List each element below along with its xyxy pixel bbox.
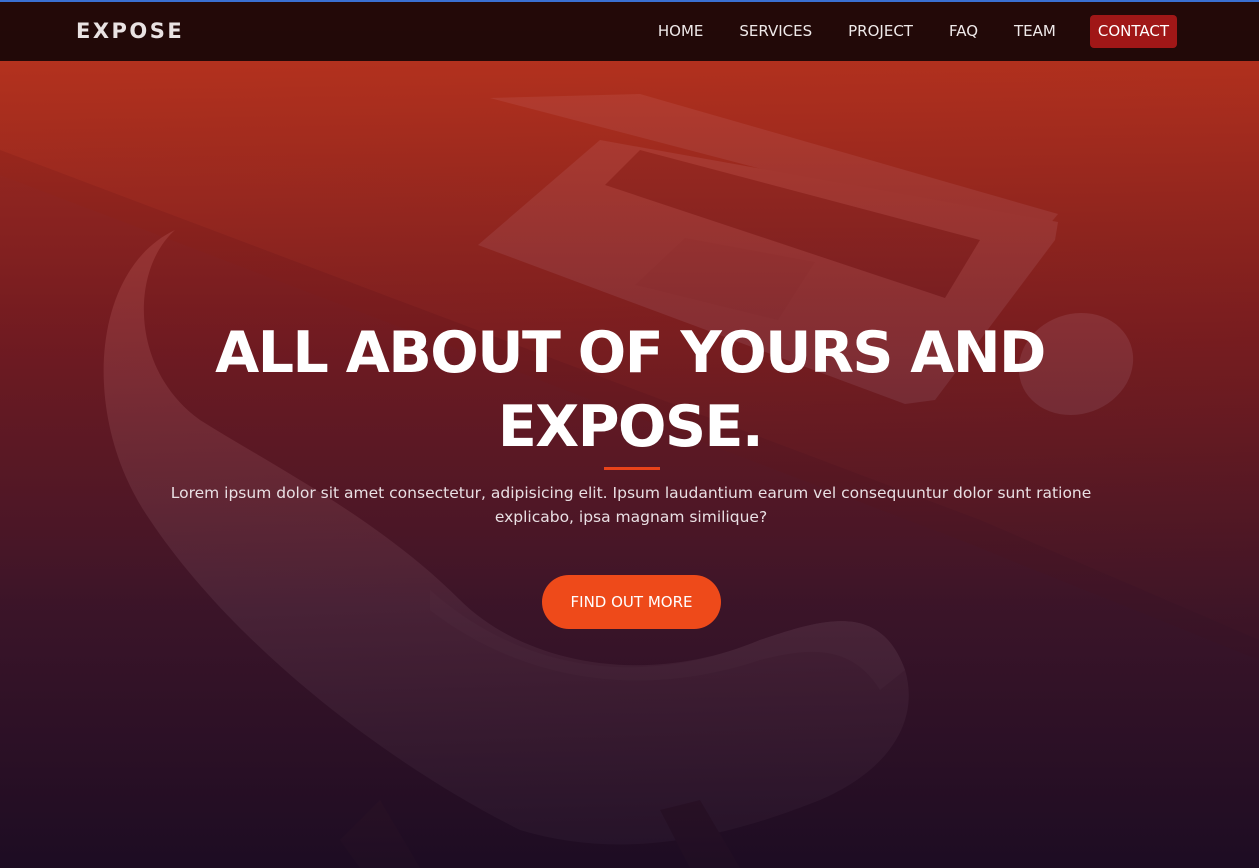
hero-title-line-2: EXPOSE. <box>497 394 764 460</box>
hero-section: ALL ABOUT OF YOURS AND EXPOSE. Lorem ips… <box>0 0 1259 868</box>
navbar: EXPOSE HOME SERVICES PROJECT FAQ TEAM CO… <box>0 2 1259 61</box>
nav-item-home[interactable]: HOME <box>658 15 704 48</box>
hero-divider <box>604 467 660 470</box>
nav-item-team[interactable]: TEAM <box>1014 15 1056 48</box>
nav-item-project[interactable]: PROJECT <box>848 15 913 48</box>
browser-top-line <box>0 0 1259 2</box>
hero-title-line-1: ALL ABOUT OF YOURS AND <box>215 320 1046 386</box>
nav-item-contact[interactable]: CONTACT <box>1089 15 1177 48</box>
landing-page: EXPOSE HOME SERVICES PROJECT FAQ TEAM CO… <box>0 0 1259 868</box>
nav-item-faq[interactable]: FAQ <box>949 15 978 48</box>
find-out-more-button[interactable]: FIND OUT MORE <box>542 575 721 629</box>
hero-description: Lorem ipsum dolor sit amet consectetur, … <box>170 484 1092 526</box>
nav-item-services[interactable]: SERVICES <box>739 15 812 48</box>
hero-title: ALL ABOUT OF YOURS AND EXPOSE. <box>130 316 1130 464</box>
brand-logo[interactable]: EXPOSE <box>76 19 184 43</box>
nav-menu: HOME SERVICES PROJECT FAQ TEAM CONTACT <box>622 15 1177 48</box>
